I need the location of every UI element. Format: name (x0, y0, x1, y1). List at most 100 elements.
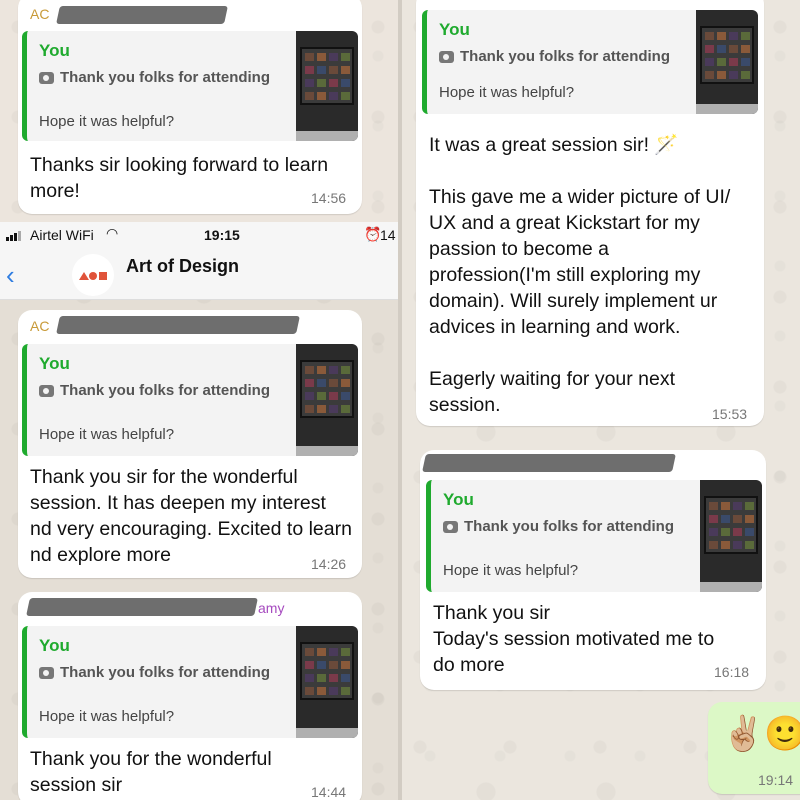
participant-tile (329, 53, 338, 61)
quote-subtext: Hope it was helpful? (443, 562, 579, 579)
quote-subtext: Hope it was helpful? (439, 84, 575, 101)
quote-subtext: Hope it was helpful? (39, 708, 175, 725)
camera-icon (439, 50, 454, 63)
participant-tile (305, 661, 314, 669)
participant-tile (341, 687, 350, 695)
emoji-message: ✌🏼🙂 (722, 715, 800, 753)
participant-tile (341, 648, 350, 656)
participant-tile (341, 392, 350, 400)
quoted-message[interactable]: You Thank you folks for attending Hope i… (22, 344, 358, 456)
participant-tile (317, 648, 326, 656)
photo-thumbnail[interactable] (296, 626, 358, 738)
message-time: 16:18 (714, 664, 750, 680)
participant-tile (729, 32, 738, 40)
participant-tile (733, 515, 742, 523)
participant-tile (329, 661, 338, 669)
photo-thumbnail[interactable] (296, 31, 358, 141)
quote-author: You (39, 41, 70, 60)
sender-redaction (422, 454, 676, 472)
participant-tile (733, 541, 742, 549)
participant-tile (317, 66, 326, 74)
quote-caption: Thank you folks for attending (39, 382, 270, 399)
participant-tile (709, 528, 718, 536)
participant-tile (329, 92, 338, 100)
camera-icon (39, 666, 54, 679)
participant-tile (709, 541, 718, 549)
photo-thumbnail[interactable] (700, 480, 762, 592)
participant-tile (729, 58, 738, 66)
chat-header: ‹ Art of Design (0, 248, 398, 300)
message-text: Thanks sir looking forward to learn more… (30, 154, 329, 202)
message-text: Thank you for the wonderful session sir (30, 748, 272, 796)
message-bubble[interactable]: AC You Thank you folks for attending Hop… (18, 0, 362, 214)
participant-tile (317, 79, 326, 87)
quote-author: You (39, 354, 70, 373)
participant-tile (329, 79, 338, 87)
participant-tile (329, 405, 338, 413)
photo-thumbnail[interactable] (296, 344, 358, 456)
quote-caption: Thank you folks for attending (439, 48, 670, 65)
status-bar: Airtel WiFi ◠ 19:15 ⏰ 14 (0, 222, 398, 248)
signal-icon (6, 231, 21, 241)
participant-tile (317, 392, 326, 400)
quoted-message[interactable]: You Thank you folks for attending Hope i… (426, 480, 762, 592)
camera-icon (39, 384, 54, 397)
clock: 19:15 (204, 227, 240, 243)
message-bubble[interactable]: You Thank you folks for attending Hope i… (420, 450, 766, 690)
message-time: 14:44 (311, 784, 347, 800)
quote-subtext: Hope it was helpful? (39, 426, 175, 443)
participant-tile (305, 674, 314, 682)
participant-tile (745, 528, 754, 536)
participant-tile (329, 648, 338, 656)
message-text: It was a great session sir! 🪄 This gave … (429, 134, 731, 416)
quote-caption: Thank you folks for attending (39, 69, 270, 86)
participant-tile (305, 366, 314, 374)
participant-tile (317, 53, 326, 61)
participant-tile (741, 58, 750, 66)
sender-name: amy (258, 600, 285, 616)
participant-tile (305, 405, 314, 413)
message-bubble[interactable]: amy You Thank you folks for attending Ho… (18, 592, 362, 800)
participant-tile (341, 53, 350, 61)
chat-title[interactable]: Art of Design (126, 256, 239, 277)
message-bubble[interactable]: You Thank you folks for attending Hope i… (416, 0, 764, 426)
outgoing-bubble[interactable]: ✌🏼🙂 19:14 (708, 702, 800, 794)
quoted-message[interactable]: You Thank you folks for attending Hope i… (22, 626, 358, 738)
participant-tile (341, 66, 350, 74)
participant-tile (705, 45, 714, 53)
quote-subtext: Hope it was helpful? (39, 113, 175, 130)
participant-tile (729, 71, 738, 79)
participant-tile (341, 405, 350, 413)
participant-tile (305, 379, 314, 387)
quoted-message[interactable]: You Thank you folks for attending Hope i… (22, 31, 358, 141)
participant-tile (329, 687, 338, 695)
participant-tile (317, 674, 326, 682)
participant-tile (341, 661, 350, 669)
participant-tile (745, 515, 754, 523)
quote-author: You (39, 636, 70, 655)
participant-tile (721, 541, 730, 549)
participant-tile (317, 687, 326, 695)
alarm-icon: ⏰ (364, 226, 382, 242)
quote-author: You (443, 490, 474, 509)
group-avatar-icon[interactable] (72, 254, 114, 296)
photo-thumbnail[interactable] (696, 10, 758, 114)
sender-name: AC (30, 318, 50, 334)
message-time: 14:26 (311, 556, 347, 572)
sender-redaction (26, 598, 258, 616)
participant-tile (341, 366, 350, 374)
participant-tile (745, 541, 754, 549)
participant-tile (745, 502, 754, 510)
camera-icon (39, 71, 54, 84)
back-chevron-icon[interactable]: ‹ (6, 260, 15, 291)
quote-author: You (439, 20, 470, 39)
quoted-message[interactable]: You Thank you folks for attending Hope i… (422, 10, 758, 114)
participant-tile (717, 71, 726, 79)
participant-tile (305, 687, 314, 695)
participant-tile (717, 45, 726, 53)
participant-tile (329, 379, 338, 387)
participant-tile (305, 392, 314, 400)
carrier-name: Airtel WiFi (30, 227, 94, 243)
message-bubble[interactable]: AC You Thank you folks for attending Hop… (18, 310, 362, 578)
participant-tile (317, 661, 326, 669)
